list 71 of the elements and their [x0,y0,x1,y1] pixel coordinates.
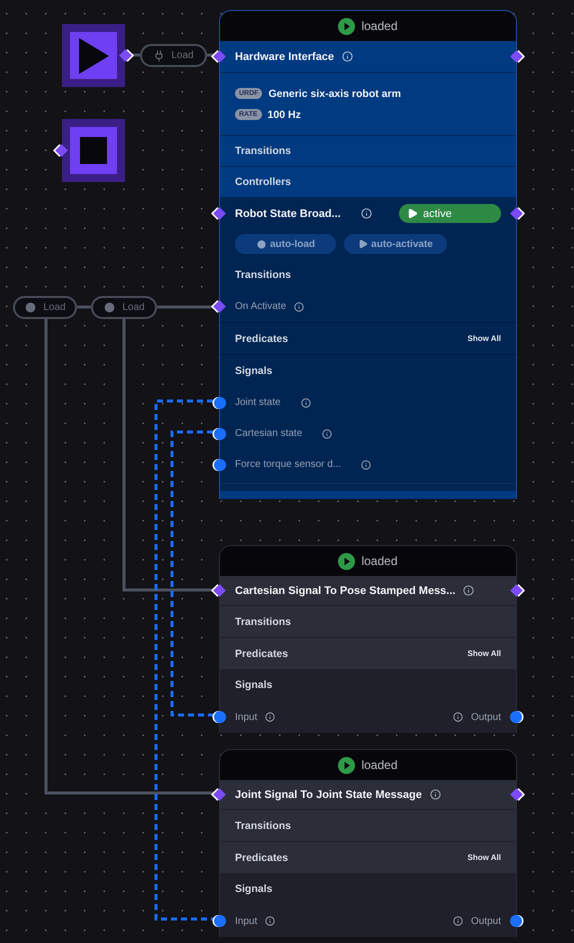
info-icon [342,51,354,62]
section-label: Controllers [235,176,292,188]
info-icon [452,712,463,722]
section-label: Signals [235,883,272,895]
show-all-button[interactable]: Show All [468,649,501,658]
signal-port[interactable] [214,458,226,470]
output-port[interactable] [510,915,522,927]
section-label: Transitions [235,820,292,832]
section-label: Transitions [235,145,292,157]
load-button[interactable]: Load [13,296,77,319]
info-icon [361,460,372,470]
signal-label: Output [470,916,501,926]
signal-label: Output [470,712,501,722]
option-chip[interactable]: auto-load [235,234,336,254]
info-icon [300,398,311,408]
hardware-title: Hardware Interface [235,50,334,62]
output-port[interactable] [510,50,523,63]
load-button[interactable]: Load [91,296,157,319]
option-chip[interactable]: auto-activate [344,234,447,254]
stop-button[interactable] [62,119,125,182]
show-all-button[interactable]: Show All [468,853,501,862]
input-port[interactable] [213,207,226,220]
signal-label: Input [235,916,258,926]
plug-icon [153,50,166,62]
component-title: Cartesian Signal To Pose Stamped Mess... [235,584,456,596]
section-label: Predicates [235,648,288,660]
wire [157,306,214,308]
section-label: Transitions [235,616,292,628]
status-label: loaded [361,19,398,33]
info-icon [452,916,463,926]
info-icon [360,208,372,219]
input-port[interactable] [214,915,226,927]
component-title: Joint Signal To Joint State Message [235,788,422,800]
show-all-button[interactable]: Show All [468,334,501,343]
section-label: Signals [235,365,272,377]
section-label: Predicates [235,852,288,864]
wire [77,306,91,308]
input-port[interactable] [213,300,226,313]
info-icon [463,585,474,596]
controller-name: Robot State Broad... [235,208,341,220]
input-port[interactable] [213,50,226,63]
info-icon [265,916,276,926]
info-icon [265,712,276,722]
output-port[interactable] [510,207,523,220]
output-port[interactable] [510,584,523,597]
input-port[interactable] [213,788,226,801]
info-icon [322,428,332,438]
property-value: 100 Hz [268,108,301,120]
transition-label: On Activate [235,301,286,312]
active-badge: active [399,204,501,223]
signal-label: Input [235,712,258,722]
section-label: Predicates [235,332,288,344]
signal-port[interactable] [214,428,226,440]
play-button[interactable] [62,24,125,87]
output-port[interactable] [510,711,522,723]
section-label: Signals [235,679,272,691]
section-label: Transitions [235,269,292,281]
status-label: loaded [361,758,398,772]
signal-label: Force torque sensor d... [235,459,342,470]
load-button[interactable]: Load [140,44,207,67]
input-port[interactable] [214,711,226,723]
property-value: Generic six-axis robot arm [268,88,401,100]
input-port[interactable] [213,584,226,597]
info-icon [430,789,441,800]
signal-port[interactable] [214,396,226,408]
signal-label: Cartesian state [235,428,302,439]
stop-icon [80,137,107,164]
info-icon [294,302,304,312]
output-port[interactable] [510,788,523,801]
status-label: loaded [361,554,398,568]
signal-label: Joint state [235,397,281,408]
